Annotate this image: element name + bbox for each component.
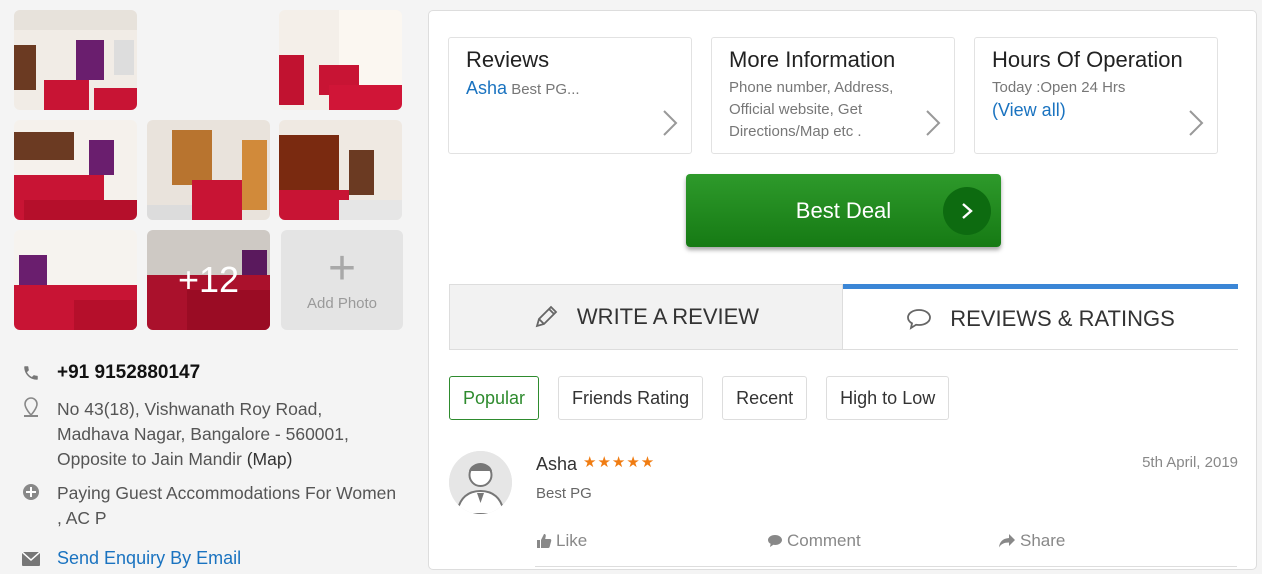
- more-photos-count: +12: [147, 230, 270, 330]
- add-photo-label: Add Photo: [306, 294, 378, 312]
- review-tabs: WRITE A REVIEW REVIEWS & RATINGS: [449, 284, 1238, 350]
- chevron-right-icon: [943, 187, 991, 235]
- share-icon: [999, 534, 1015, 548]
- photo-thumbnail[interactable]: [14, 10, 137, 110]
- filter-popular[interactable]: Popular: [449, 376, 540, 420]
- phone-number[interactable]: +91 9152880147: [57, 362, 200, 384]
- more-info-card-title: More Information: [729, 47, 896, 72]
- send-enquiry-link[interactable]: Send Enquiry By Email: [57, 548, 241, 569]
- divider: [535, 566, 1237, 567]
- best-deal-label: Best Deal: [795, 197, 892, 223]
- like-button[interactable]: Like: [536, 531, 587, 551]
- category-text: Paying Guest Accommodations For Women , …: [57, 483, 397, 528]
- more-information-card[interactable]: More Information Phone number, Address, …: [711, 37, 955, 154]
- comment-label: Comment: [787, 531, 861, 550]
- comment-icon: [906, 308, 932, 330]
- add-photo-button[interactable]: + Add Photo: [281, 230, 403, 330]
- review-filters: Popular Friends Rating Recent High to Lo…: [449, 376, 968, 420]
- chevron-right-icon: [663, 110, 678, 136]
- review-snippet: Best PG...: [511, 81, 580, 98]
- view-all-hours-link[interactable]: (View all): [992, 100, 1066, 120]
- plus-icon: +: [327, 241, 357, 295]
- thumbs-up-icon: [537, 534, 552, 548]
- map-link[interactable]: (Map): [247, 449, 293, 469]
- location-pin-icon: [20, 397, 42, 419]
- comment-button[interactable]: Comment: [767, 531, 861, 551]
- pencil-icon: [533, 304, 559, 330]
- address-text: No 43(18), Vishwanath Roy Road, Madhava …: [57, 399, 349, 469]
- more-info-desc: Phone number, Address, Official website,…: [729, 79, 894, 140]
- hours-of-operation-card[interactable]: Hours Of Operation Today :Open 24 Hrs (V…: [974, 37, 1218, 154]
- photo-thumbnail-more[interactable]: +12: [147, 230, 270, 330]
- avatar: [449, 451, 512, 514]
- photo-thumbnail[interactable]: [147, 120, 270, 220]
- reviews-card-title: Reviews: [466, 47, 550, 72]
- address-row: No 43(18), Vishwanath Roy Road, Madhava …: [20, 397, 410, 472]
- reviewer-name: Asha: [466, 78, 508, 98]
- review-text: Best PG: [536, 485, 592, 502]
- star-rating: ★★★★★: [583, 454, 656, 471]
- photo-thumbnail[interactable]: [14, 120, 137, 220]
- tab-write-review[interactable]: WRITE A REVIEW: [449, 284, 843, 349]
- share-label: Share: [1020, 531, 1066, 550]
- chevron-right-icon: [926, 110, 941, 136]
- tab-reviews-ratings-label: REVIEWS & RATINGS: [950, 306, 1175, 331]
- listing-sidebar: +12 + Add Photo +91 9152880147 No 43(18)…: [0, 0, 420, 574]
- chevron-right-icon: [1189, 110, 1204, 136]
- share-button[interactable]: Share: [998, 531, 1065, 551]
- tab-reviews-ratings[interactable]: REVIEWS & RATINGS: [843, 284, 1238, 349]
- mail-icon: [20, 548, 42, 570]
- hours-today: Today :Open 24 Hrs: [992, 79, 1126, 96]
- filter-friends-rating[interactable]: Friends Rating: [558, 376, 704, 420]
- best-deal-button[interactable]: Best Deal: [686, 174, 1001, 247]
- filter-recent[interactable]: Recent: [722, 376, 808, 420]
- reviewer-name[interactable]: Asha: [536, 454, 577, 475]
- phone-icon: [20, 362, 42, 384]
- hours-card-title: Hours Of Operation: [992, 47, 1183, 72]
- review-date: 5th April, 2019: [1142, 454, 1238, 471]
- photo-thumbnail[interactable]: [14, 230, 137, 330]
- listing-main-panel: Reviews Asha Best PG... More Information…: [428, 10, 1257, 570]
- plus-circle-icon: [20, 481, 42, 503]
- like-label: Like: [556, 531, 588, 550]
- send-enquiry-row[interactable]: Send Enquiry By Email: [20, 548, 241, 570]
- tab-write-review-label: WRITE A REVIEW: [576, 304, 760, 329]
- category-row: Paying Guest Accommodations For Women , …: [20, 481, 410, 531]
- photo-thumbnail[interactable]: [279, 10, 402, 110]
- filter-high-to-low[interactable]: High to Low: [826, 376, 950, 420]
- reviews-card[interactable]: Reviews Asha Best PG...: [448, 37, 692, 154]
- comment-icon: [768, 535, 782, 547]
- phone-row[interactable]: +91 9152880147: [20, 362, 200, 384]
- photo-thumbnail[interactable]: [279, 120, 402, 220]
